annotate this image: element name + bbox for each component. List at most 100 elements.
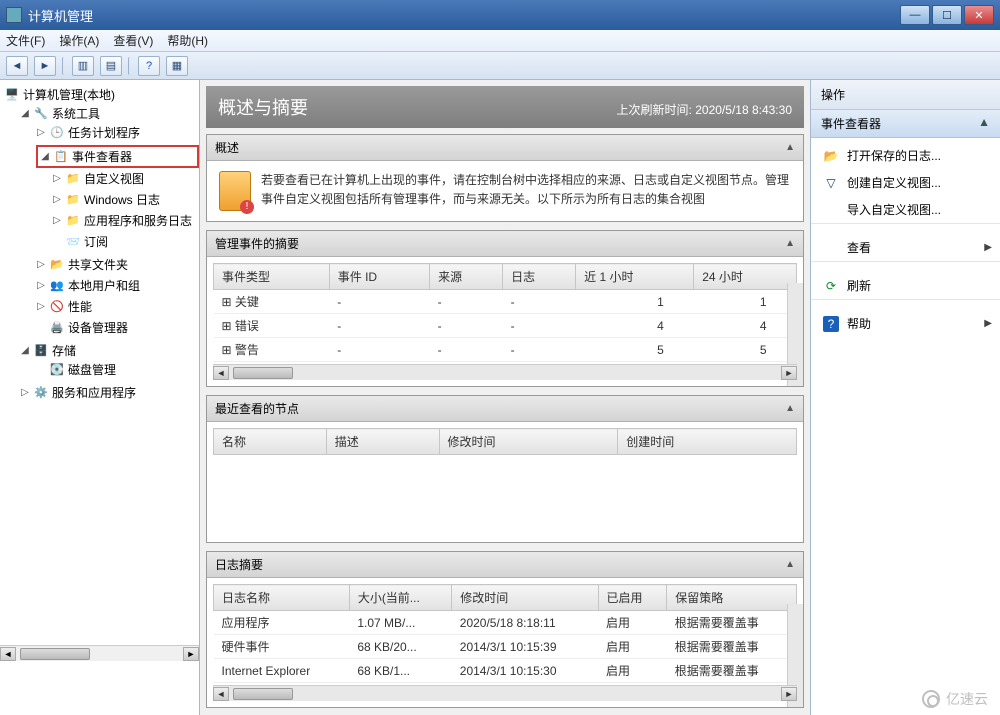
table-row[interactable]: ⊞ 警告---55 <box>214 338 797 362</box>
col-modified[interactable]: 修改时间 <box>439 429 618 455</box>
tree-app-service-logs[interactable]: ▷📁应用程序和服务日志 <box>52 212 199 229</box>
toolbar: ◄ ► ▥ ▤ ? ▦ <box>0 52 1000 80</box>
summary-table[interactable]: 事件类型 事件 ID 来源 日志 近 1 小时 24 小时 ⊞ 关键---11⊞… <box>213 263 797 362</box>
action-view[interactable]: 查看▶ <box>811 234 1000 261</box>
scroll-right-icon[interactable]: ► <box>781 687 797 701</box>
tree-horizontal-scrollbar[interactable]: ◄ ► <box>0 645 199 661</box>
properties-button[interactable]: ▤ <box>100 56 122 76</box>
scroll-thumb[interactable] <box>233 688 293 700</box>
col-event-id[interactable]: 事件 ID <box>329 264 429 290</box>
menu-action[interactable]: 操作(A) <box>59 32 99 49</box>
col-1h[interactable]: 近 1 小时 <box>576 264 694 290</box>
scroll-left-icon[interactable]: ◄ <box>213 366 229 380</box>
minimize-button[interactable]: — <box>900 5 930 25</box>
tree-device-manager[interactable]: 🖨️设备管理器 <box>36 319 199 336</box>
horizontal-scrollbar[interactable]: ◄ ► <box>213 364 797 380</box>
menu-view[interactable]: 查看(V) <box>113 32 153 49</box>
collapse-icon[interactable]: ◢ <box>20 345 30 356</box>
scroll-left-icon[interactable]: ◄ <box>213 687 229 701</box>
close-button[interactable]: ✕ <box>964 5 994 25</box>
tree-root[interactable]: 🖥️计算机管理(本地) <box>4 86 199 103</box>
action-help[interactable]: ?帮助▶ <box>811 310 1000 337</box>
overview-header[interactable]: 概述▲ <box>207 135 803 161</box>
tree-storage[interactable]: ◢🗄️存储 <box>20 342 199 359</box>
actions-section-title[interactable]: 事件查看器▲ <box>811 110 1000 138</box>
scroll-thumb[interactable] <box>233 367 293 379</box>
content-header: 概述与摘要 上次刷新时间: 2020/5/18 8:43:30 <box>206 86 804 128</box>
col-source[interactable]: 来源 <box>430 264 503 290</box>
collapse-icon[interactable]: ◢ <box>40 151 50 162</box>
summary-header[interactable]: 管理事件的摘要▲ <box>207 231 803 257</box>
tree-custom-views[interactable]: ▷📁自定义视图 <box>52 170 199 187</box>
expand-icon[interactable]: ▷ <box>36 280 46 291</box>
col-log[interactable]: 日志 <box>503 264 576 290</box>
recent-table[interactable]: 名称 描述 修改时间 创建时间 <box>213 428 797 455</box>
table-row[interactable]: 应用程序1.07 MB/...2020/5/18 8:18:11启用根据需要覆盖… <box>214 611 797 635</box>
menu-file[interactable]: 文件(F) <box>6 32 45 49</box>
col-log-name[interactable]: 日志名称 <box>214 585 350 611</box>
expand-icon[interactable]: ▷ <box>52 215 62 226</box>
tree-system-tools[interactable]: ◢🔧系统工具 <box>20 105 199 122</box>
scroll-left-icon[interactable]: ◄ <box>0 647 16 661</box>
actions-pane: 操作 事件查看器▲ 📂打开保存的日志... ▽创建自定义视图... 导入自定义视… <box>810 80 1000 715</box>
table-row[interactable]: ⊞ 错误---44 <box>214 314 797 338</box>
expand-icon[interactable]: ▷ <box>52 173 62 184</box>
log-summary-table[interactable]: 日志名称 大小(当前... 修改时间 已启用 保留策略 应用程序1.07 MB/… <box>213 584 797 683</box>
col-size[interactable]: 大小(当前... <box>349 585 451 611</box>
scroll-right-icon[interactable]: ► <box>781 366 797 380</box>
col-created[interactable]: 创建时间 <box>618 429 797 455</box>
col-modified[interactable]: 修改时间 <box>452 585 598 611</box>
tree-event-viewer[interactable]: ◢📋事件查看器 <box>36 145 199 168</box>
blank-icon <box>823 240 839 256</box>
table-row[interactable]: ⊞ 关键---11 <box>214 290 797 314</box>
col-name[interactable]: 名称 <box>214 429 327 455</box>
tree-task-scheduler[interactable]: ▷🕒任务计划程序 <box>36 124 199 141</box>
maximize-button[interactable]: ☐ <box>932 5 962 25</box>
menu-help[interactable]: 帮助(H) <box>167 32 208 49</box>
title-bar: 计算机管理 — ☐ ✕ <box>0 0 1000 30</box>
expand-icon[interactable]: ▷ <box>20 387 30 398</box>
tree-shared-folders[interactable]: ▷📂共享文件夹 <box>36 256 199 273</box>
tree-services-apps[interactable]: ▷⚙️服务和应用程序 <box>20 384 199 401</box>
action-import-custom-view[interactable]: 导入自定义视图... <box>811 196 1000 223</box>
navigation-tree[interactable]: 🖥️计算机管理(本地) ◢🔧系统工具 ▷🕒任务计划程序 ◢📋事件查看器 ▷📁自定… <box>0 84 199 405</box>
scroll-right-icon[interactable]: ► <box>183 647 199 661</box>
show-hide-tree-button[interactable]: ▥ <box>72 56 94 76</box>
horizontal-scrollbar[interactable]: ◄ ► <box>213 685 797 701</box>
action-pane-button[interactable]: ▦ <box>166 56 188 76</box>
col-event-type[interactable]: 事件类型 <box>214 264 330 290</box>
forward-button[interactable]: ► <box>34 56 56 76</box>
tree-performance[interactable]: ▷🚫性能 <box>36 298 199 315</box>
expand-icon[interactable]: ▷ <box>52 194 62 205</box>
users-icon: 👥 <box>49 278 65 294</box>
collapse-icon[interactable]: ▲ <box>785 559 795 570</box>
collapse-icon[interactable]: ▲ <box>785 403 795 414</box>
tree-disk-management[interactable]: 💽磁盘管理 <box>36 361 199 378</box>
expand-icon[interactable]: ▷ <box>36 301 46 312</box>
tree-subscriptions[interactable]: 📨订阅 <box>52 233 199 250</box>
expand-icon[interactable]: ▷ <box>36 127 46 138</box>
table-row[interactable]: 硬件事件68 KB/20...2014/3/1 10:15:39启用根据需要覆盖… <box>214 635 797 659</box>
col-24h[interactable]: 24 小时 <box>694 264 797 290</box>
open-folder-icon: 📂 <box>823 148 839 164</box>
recent-header[interactable]: 最近查看的节点▲ <box>207 396 803 422</box>
action-open-saved-log[interactable]: 📂打开保存的日志... <box>811 142 1000 169</box>
col-policy[interactable]: 保留策略 <box>667 585 797 611</box>
action-refresh[interactable]: ⟳刷新 <box>811 272 1000 299</box>
expand-icon[interactable]: ▷ <box>36 259 46 270</box>
tree-windows-logs[interactable]: ▷📁Windows 日志 <box>52 191 199 208</box>
table-row[interactable]: Internet Explorer68 KB/1...2014/3/1 10:1… <box>214 659 797 683</box>
collapse-icon[interactable]: ▲ <box>785 238 795 249</box>
col-desc[interactable]: 描述 <box>326 429 439 455</box>
menu-bar: 文件(F) 操作(A) 查看(V) 帮助(H) <box>0 30 1000 52</box>
help-button[interactable]: ? <box>138 56 160 76</box>
collapse-icon[interactable]: ◢ <box>20 108 30 119</box>
log-summary-header[interactable]: 日志摘要▲ <box>207 552 803 578</box>
tree-local-users[interactable]: ▷👥本地用户和组 <box>36 277 199 294</box>
scroll-thumb[interactable] <box>20 648 90 660</box>
collapse-icon[interactable]: ▲ <box>978 115 990 132</box>
back-button[interactable]: ◄ <box>6 56 28 76</box>
col-enabled[interactable]: 已启用 <box>598 585 667 611</box>
action-create-custom-view[interactable]: ▽创建自定义视图... <box>811 169 1000 196</box>
collapse-icon[interactable]: ▲ <box>785 142 795 153</box>
